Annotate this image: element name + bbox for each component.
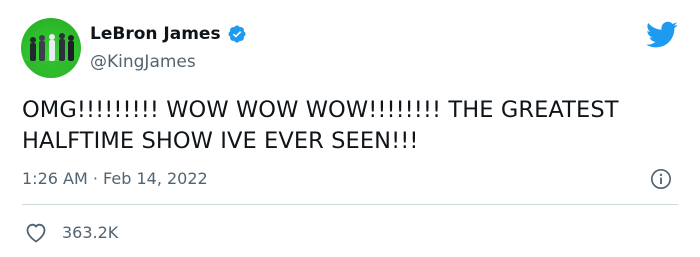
author-handle[interactable]: @KingJames [90, 52, 196, 72]
tweet-timestamp[interactable]: 1:26 AM · Feb 14, 2022 [22, 169, 208, 188]
author-name[interactable]: LeBron James [90, 24, 221, 44]
tweet-date: Feb 14, 2022 [103, 169, 208, 188]
avatar-photo [21, 33, 81, 78]
verified-badge-icon [228, 25, 246, 43]
avatar[interactable] [21, 18, 81, 78]
heart-icon [26, 223, 46, 243]
twitter-bird-icon[interactable] [646, 21, 678, 49]
like-count: 363.2K [62, 222, 119, 242]
tweet-time: 1:26 AM [22, 169, 88, 188]
divider [22, 204, 678, 205]
info-icon[interactable] [650, 168, 672, 190]
author-row: LeBron James [90, 24, 247, 44]
meta-separator: · [92, 169, 98, 188]
like-button[interactable]: 363.2K [24, 221, 118, 243]
tweet-text: OMG!!!!!!!!! WOW WOW WOW!!!!!!!! THE GRE… [22, 97, 619, 154]
